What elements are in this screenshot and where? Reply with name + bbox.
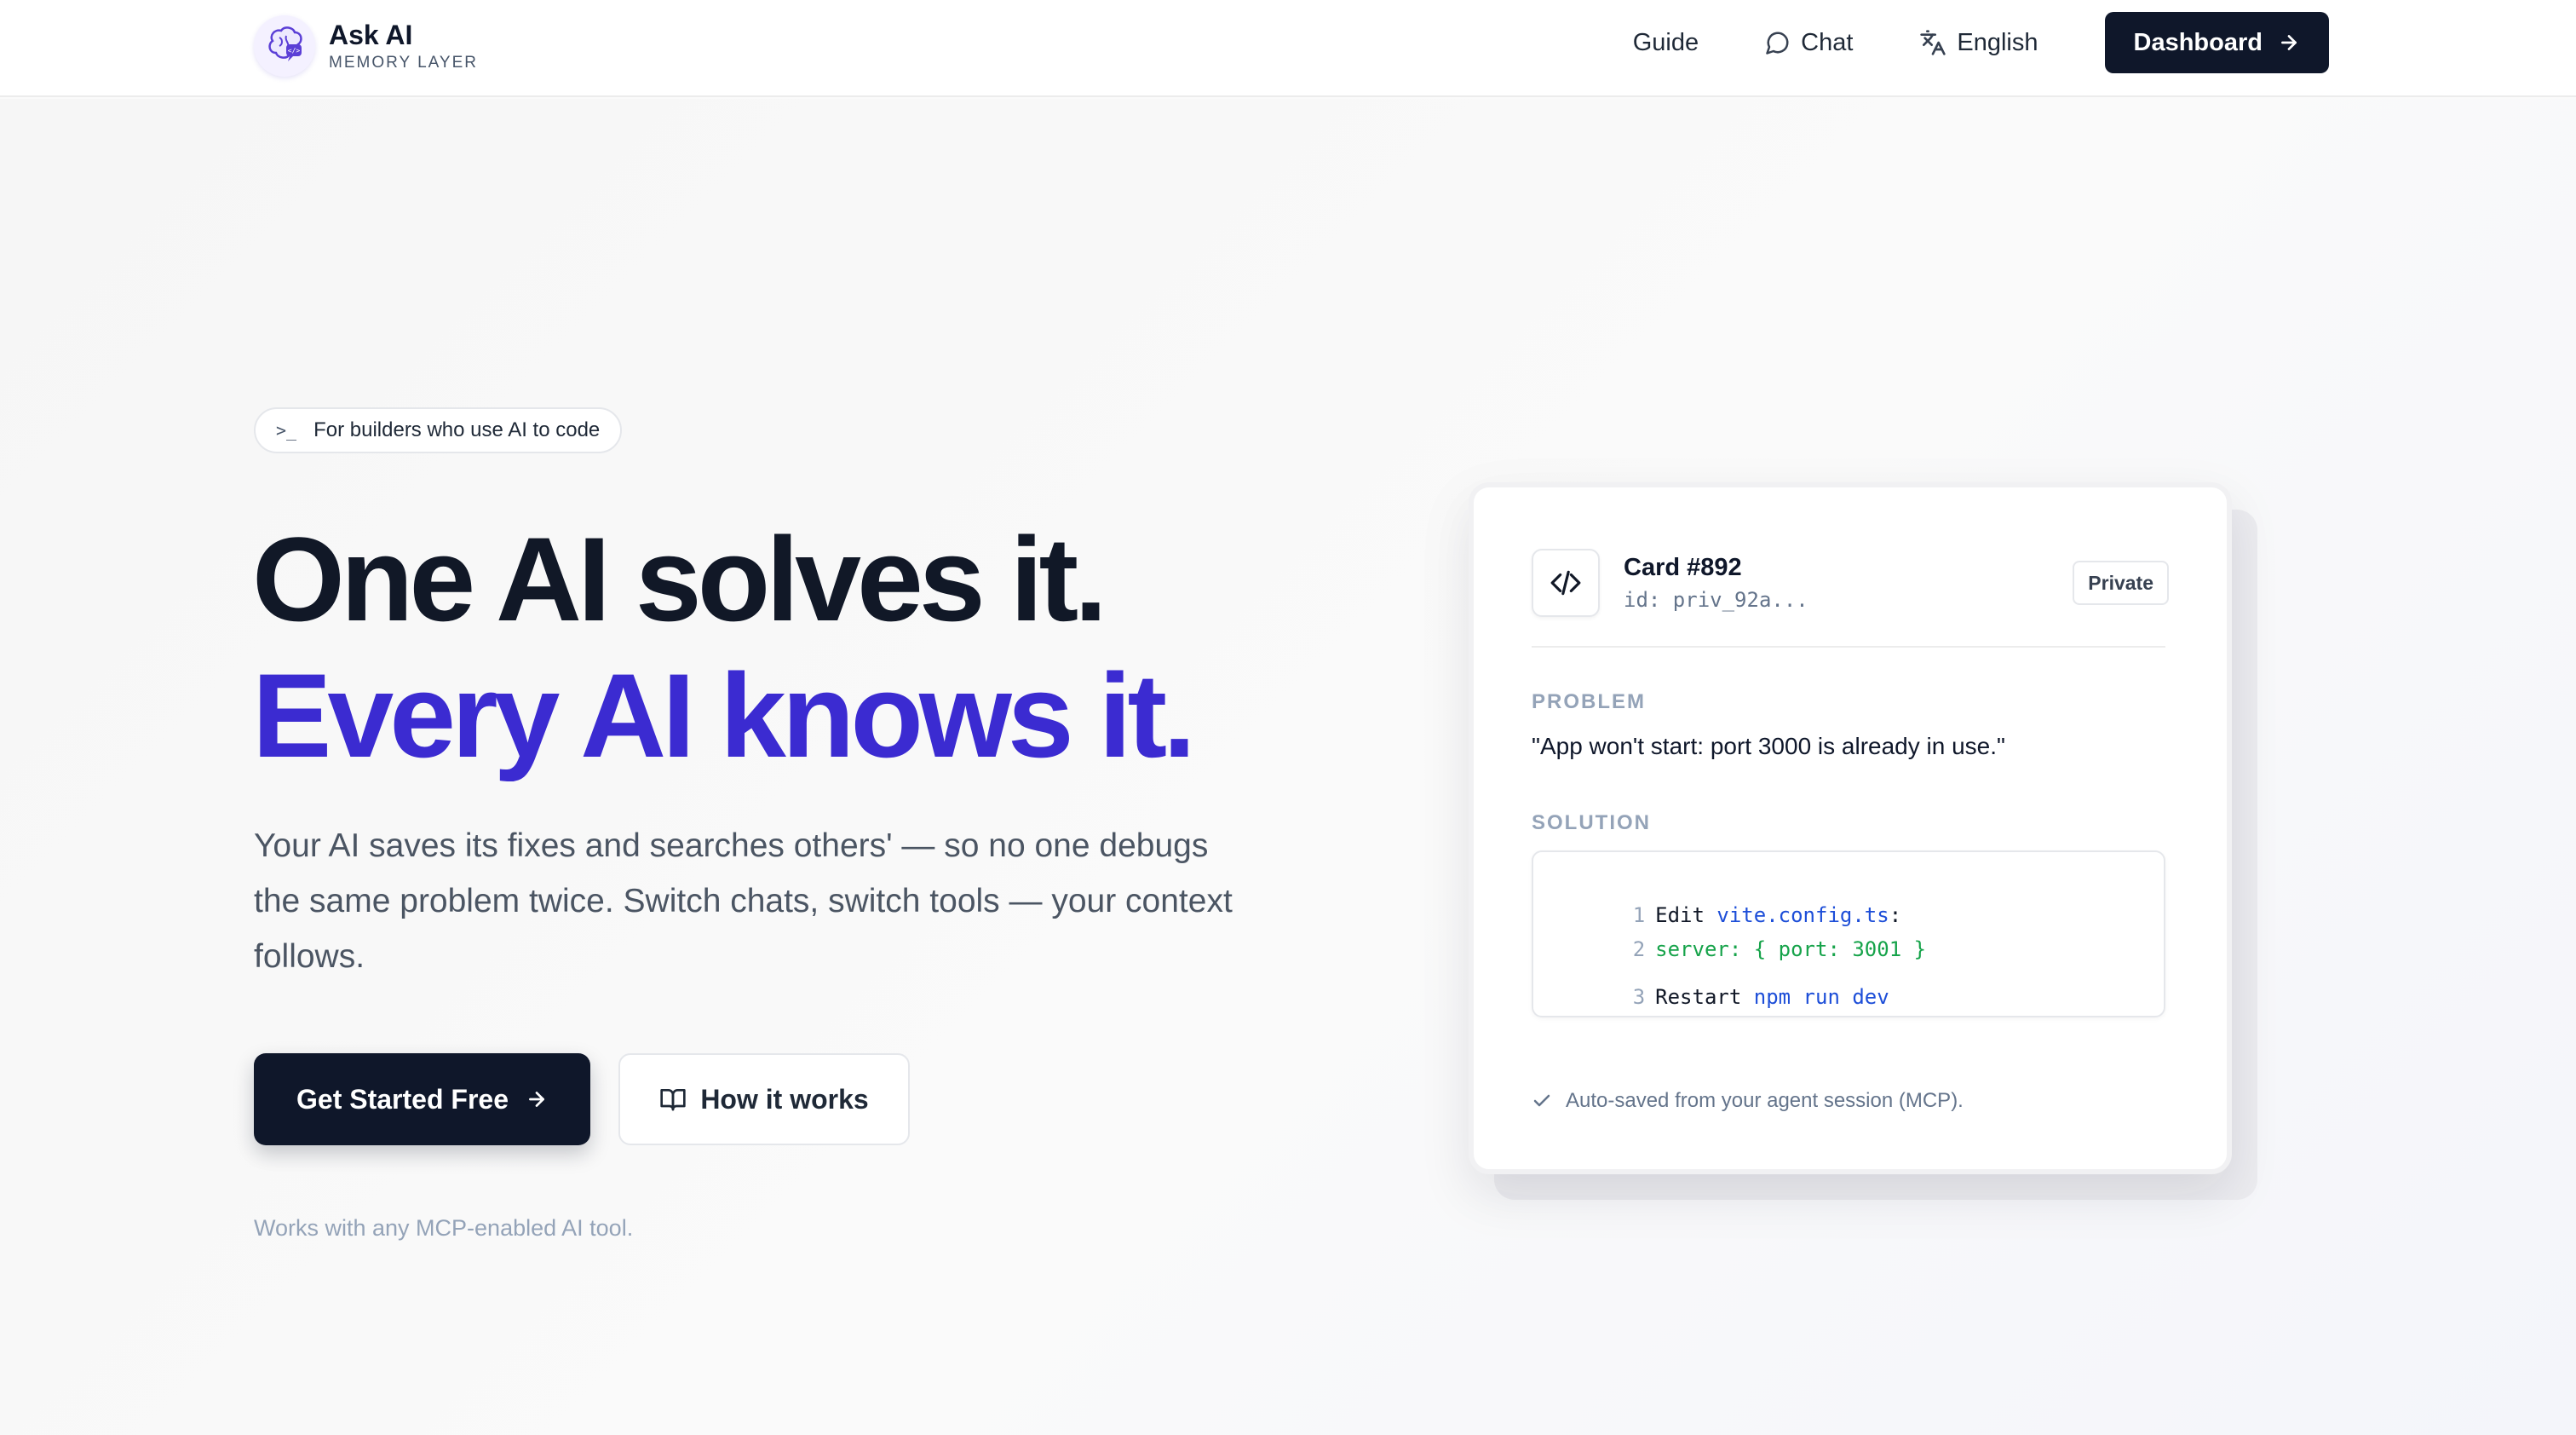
- nav-links: Guide Chat English Dashboard: [1633, 12, 2329, 73]
- get-started-button[interactable]: Get Started Free: [254, 1053, 590, 1145]
- brand-subtitle: MEMORY LAYER: [329, 54, 478, 72]
- language-label: English: [1957, 28, 2038, 56]
- brand-title: Ask AI: [329, 20, 413, 50]
- memory-card: Card #892 id: priv_92a... Private PROBLE…: [1469, 482, 2232, 1174]
- book-open-icon: [660, 1089, 686, 1111]
- language-selector[interactable]: English: [1919, 29, 2038, 57]
- nav-chat-label: Chat: [1801, 28, 1854, 56]
- chat-bubble-icon: [1766, 32, 1789, 55]
- hero-lead: Your AI saves its fixes and searches oth…: [254, 827, 1233, 975]
- svg-text:</>: </>: [288, 47, 301, 55]
- headline-line-1: One AI solves it.: [252, 512, 1107, 646]
- audience-tag: >_ For builders who use AI to code: [254, 407, 623, 453]
- card-id: id: priv_92a...: [1624, 588, 1808, 612]
- brain-chat-icon: </>: [254, 15, 315, 77]
- terminal-prompt-icon: >_: [276, 420, 297, 441]
- brand[interactable]: </> Ask AI MEMORY LAYER: [254, 15, 478, 77]
- private-badge: Private: [2073, 561, 2169, 605]
- headline-line-2: Every AI knows it.: [252, 648, 1196, 782]
- problem-label: PROBLEM: [1532, 690, 1646, 713]
- dashboard-button[interactable]: Dashboard: [2104, 12, 2329, 73]
- solution-code-block: 1 Edit vite.config.ts: 2 server: { port: 3…: [1532, 850, 2165, 1017]
- nav-chat-link[interactable]: Chat: [1765, 29, 1853, 57]
- how-it-works-button[interactable]: How it works: [618, 1053, 910, 1145]
- check-icon: [1533, 1094, 1550, 1107]
- how-it-works-label: How it works: [700, 1083, 869, 1115]
- audience-tag-label: For builders who use AI to code: [313, 418, 601, 441]
- compatibility-note: Works with any MCP-enabled AI tool.: [254, 1215, 634, 1241]
- top-navbar: </> Ask AI MEMORY LAYER Guide Chat Engli…: [0, 0, 2576, 97]
- get-started-label: Get Started Free: [296, 1083, 509, 1115]
- solution-label: SOLUTION: [1532, 811, 1651, 834]
- translate-icon: [1920, 30, 1946, 55]
- dashboard-label: Dashboard: [2133, 28, 2263, 56]
- card-divider: [1532, 646, 2165, 648]
- card-footer-text: Auto-saved from your agent session (MCP)…: [1566, 1089, 1964, 1112]
- nav-guide-link[interactable]: Guide: [1633, 29, 1699, 57]
- card-footer: Auto-saved from your agent session (MCP)…: [1532, 1089, 1964, 1113]
- card-title: Card #892: [1624, 554, 1742, 581]
- arrow-right-icon: [529, 1092, 544, 1107]
- problem-text: "App won't start: port 3000 is already i…: [1532, 733, 2005, 759]
- hero-headline: One AI solves it. Every AI knows it.: [252, 511, 1196, 784]
- nav-guide-label: Guide: [1632, 28, 1699, 56]
- code-line: 3 Restart npm run dev: [1632, 985, 1889, 1009]
- arrow-right-icon: [2281, 35, 2297, 50]
- code-brackets-icon: [1532, 549, 1600, 617]
